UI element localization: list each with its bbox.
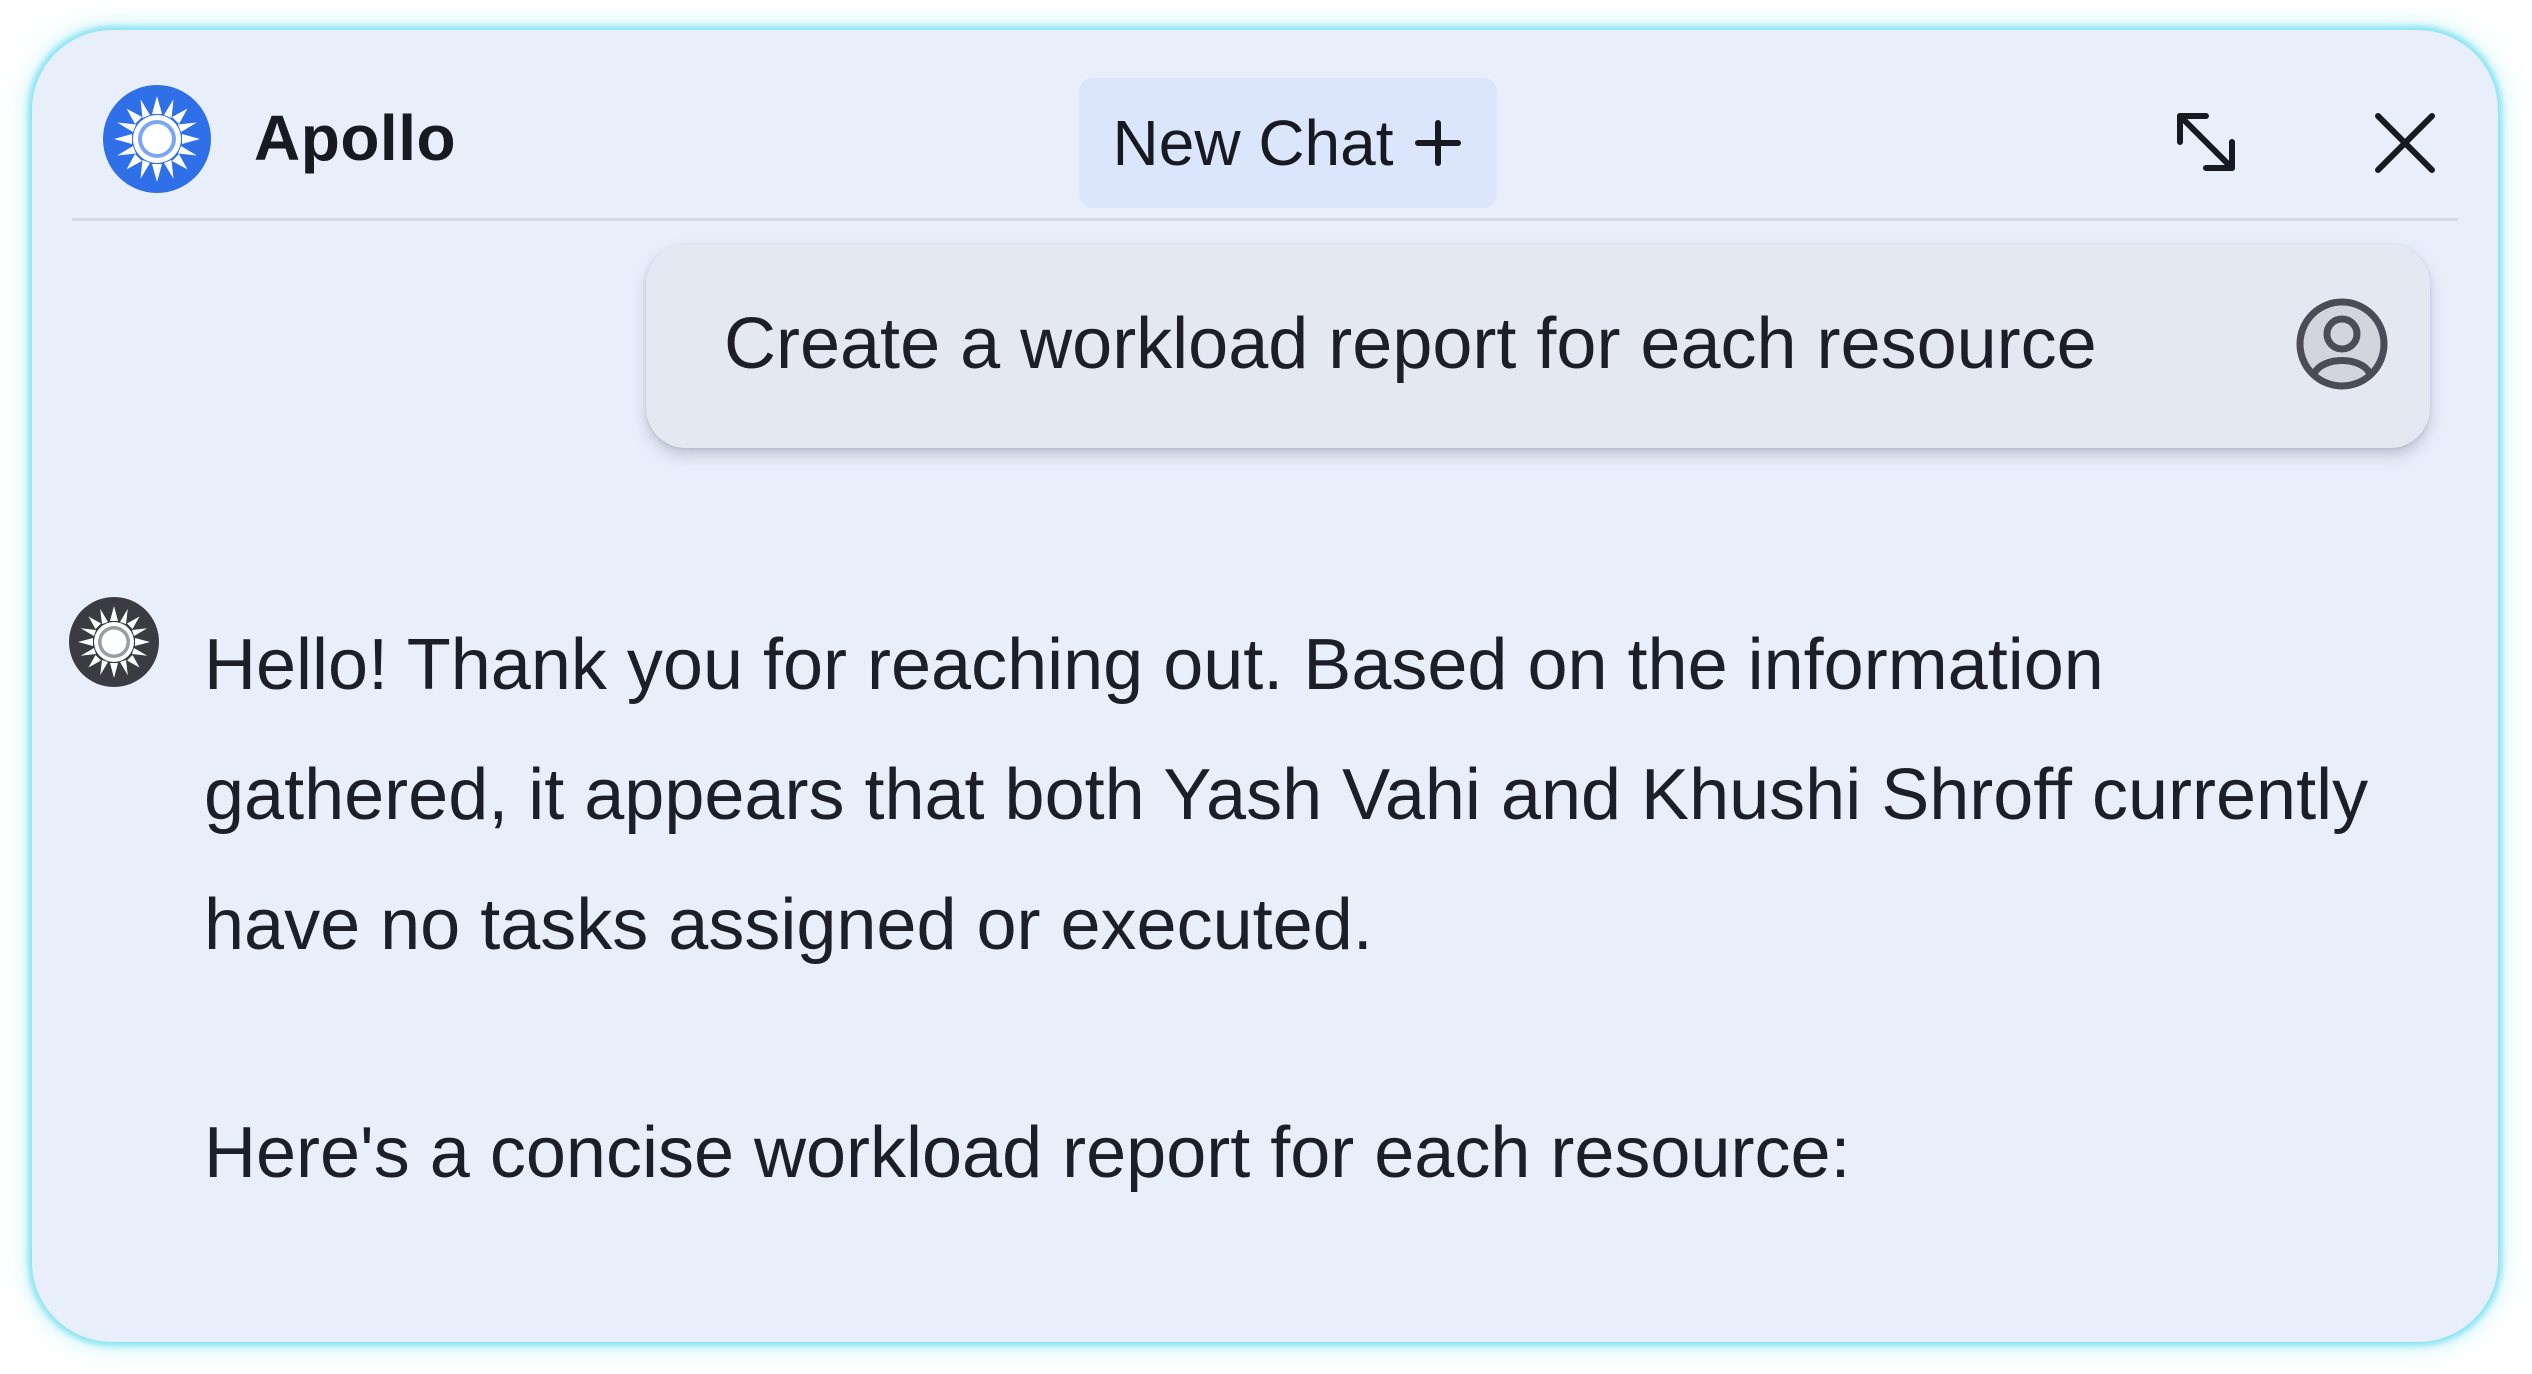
- plus-icon: [1414, 120, 1461, 166]
- app-title: Apollo: [254, 102, 457, 174]
- apollo-logo-icon: [103, 85, 211, 193]
- assistant-message: Hello! Thank you for reaching out. Based…: [204, 600, 2404, 1218]
- close-icon[interactable]: [2372, 110, 2438, 176]
- chat-header: Apollo New Chat: [72, 30, 2458, 221]
- assistant-message-paragraph: Hello! Thank you for reaching out. Based…: [204, 625, 2369, 965]
- user-message-bubble: Create a workload report for each resour…: [646, 244, 2430, 448]
- expand-icon[interactable]: [2166, 102, 2246, 182]
- user-message-text: Create a workload report for each resour…: [724, 304, 2097, 384]
- assistant-avatar-icon: [69, 597, 159, 687]
- new-chat-button[interactable]: New Chat: [1079, 78, 1497, 208]
- chat-panel: Apollo New Chat Create a workload report…: [32, 30, 2498, 1342]
- user-avatar-icon: [2296, 298, 2388, 390]
- assistant-message-paragraph: Here's a concise workload report for eac…: [204, 1113, 1851, 1193]
- new-chat-label: New Chat: [1112, 107, 1394, 179]
